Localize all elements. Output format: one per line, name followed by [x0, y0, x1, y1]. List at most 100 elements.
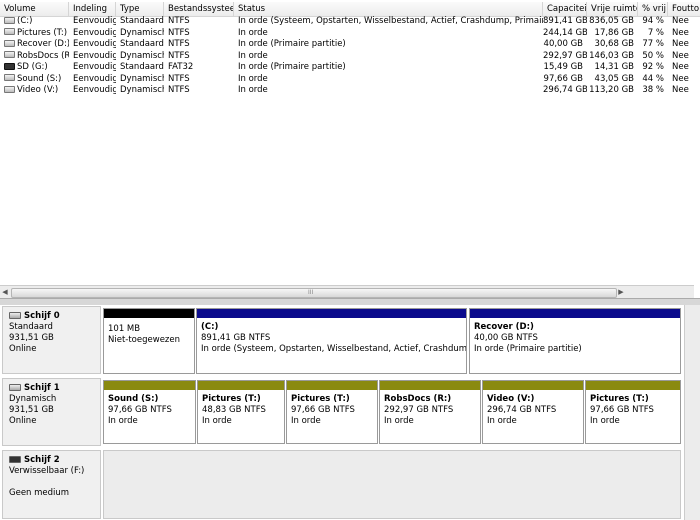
- partition-pictures-t-3[interactable]: Pictures (T:) 97,66 GB NTFS In orde: [585, 380, 681, 444]
- cell-text: Nee: [672, 73, 689, 84]
- partition-video-v[interactable]: Video (V:) 296,74 GB NTFS In orde: [482, 380, 584, 444]
- partition-name: Pictures (T:): [202, 394, 261, 404]
- cell-status: In orde: [234, 85, 543, 97]
- cell-fouttolerantie: Nee: [668, 51, 700, 63]
- cell-vrije-ruimte: 146,03 GB: [587, 51, 638, 63]
- cell-volume: Recover (D:): [0, 39, 69, 51]
- partition-c[interactable]: (C:) 891,41 GB NTFS In orde (Systeem, Op…: [196, 308, 467, 374]
- table-row[interactable]: Recover (D:) Eenvoudig Standaard NTFS In ord…: [0, 39, 700, 51]
- partition-size: 101 MB: [108, 324, 141, 334]
- partition-pictures-t-1[interactable]: Pictures (T:) 48,83 GB NTFS In orde: [197, 380, 285, 444]
- partition-size: 97,66 GB NTFS: [108, 405, 172, 415]
- cell-text: Eenvoudig: [73, 39, 116, 49]
- table-row[interactable]: (C:) Eenvoudig Standaard NTFS In orde (Syste…: [0, 16, 700, 28]
- disk-state: Geen medium: [9, 488, 70, 498]
- disk-2-label[interactable]: Schijf 2 Verwisselbaar (F:) Geen medium: [2, 450, 101, 519]
- cell-procent-vrij: 94 %: [638, 16, 668, 28]
- partition-color-bar: [198, 381, 284, 390]
- vertical-scrollbar[interactable]: [684, 305, 700, 520]
- partition-size: 48,83 GB NTFS: [202, 405, 266, 415]
- disk-icon: [9, 312, 21, 319]
- cell-text: 30,68 GB: [594, 39, 634, 49]
- cell-text: Pictures (T:): [17, 27, 68, 38]
- cell-vrije-ruimte: 113,20 GB: [587, 85, 638, 97]
- scroll-right-arrow-icon[interactable]: ▶: [616, 287, 626, 297]
- table-row[interactable]: SD (G:) Eenvoudig Standaard FAT32 In orde (P…: [0, 62, 700, 74]
- partition-sound-s[interactable]: Sound (S:) 97,66 GB NTFS In orde: [103, 380, 196, 444]
- partition-unallocated[interactable]: 101 MB Niet-toegewezen: [103, 308, 195, 374]
- table-row[interactable]: Video (V:) Eenvoudig Dynamisch NTFS In orde 2…: [0, 85, 700, 97]
- cell-text: 40,00 GB: [543, 39, 583, 49]
- column-header-status[interactable]: Status: [234, 2, 543, 16]
- cell-text: In orde (Systeem, Opstarten, Wisselbesta…: [238, 16, 543, 26]
- drive-icon: [4, 74, 15, 81]
- cell-procent-vrij: 50 %: [638, 51, 668, 63]
- column-header-fouttolerantie[interactable]: Foutto: [668, 2, 700, 16]
- disk-2-no-media-area: [103, 450, 681, 519]
- cell-indeling: Eenvoudig: [69, 74, 116, 86]
- cell-text: SD (G:): [17, 62, 48, 72]
- horizontal-scrollbar[interactable]: ◀ III ▶: [0, 285, 694, 298]
- cell-bestandssysteem: NTFS: [164, 85, 234, 97]
- cell-status: In orde (Primaire partitie): [234, 62, 543, 74]
- cell-text: Dynamisch: [120, 27, 164, 38]
- partition-recover-d[interactable]: Recover (D:) 40,00 GB NTFS In orde (Prim…: [469, 308, 681, 374]
- column-header-capaciteit[interactable]: Capaciteit: [543, 2, 587, 16]
- cell-text: Nee: [672, 85, 689, 95]
- cell-type: Standaard: [116, 62, 164, 74]
- disk-1-label[interactable]: Schijf 1 Dynamisch 931,51 GB Online: [2, 378, 101, 446]
- partition-status: In orde: [291, 416, 321, 426]
- column-header-type[interactable]: Type: [116, 2, 164, 16]
- volume-list[interactable]: Volume Indeling Type Bestandssysteem Sta…: [0, 0, 700, 298]
- cell-procent-vrij: 92 %: [638, 62, 668, 74]
- table-row[interactable]: Pictures (T:) Eenvoudig Dynamisch NTFS In or…: [0, 28, 700, 40]
- cell-bestandssysteem: NTFS: [164, 16, 234, 28]
- disk-icon: [9, 384, 21, 391]
- cell-fouttolerantie: Nee: [668, 85, 700, 97]
- cell-text: 244,14 GB: [543, 27, 587, 38]
- column-header-procent-vrij[interactable]: % vrij: [638, 2, 668, 16]
- partition-name: (C:): [201, 322, 219, 332]
- cell-status: In orde: [234, 28, 543, 40]
- partition-name: Video (V:): [487, 394, 535, 404]
- column-header-volume[interactable]: Volume: [0, 2, 69, 16]
- partition-pictures-t-2[interactable]: Pictures (T:) 97,66 GB NTFS In orde: [286, 380, 378, 444]
- cell-indeling: Eenvoudig: [69, 28, 116, 40]
- partition-status: In orde (Systeem, Opstarten, Wisselbesta…: [201, 344, 467, 354]
- cell-text: NTFS: [168, 50, 190, 61]
- cell-fouttolerantie: Nee: [668, 39, 700, 51]
- partition-status: In orde: [384, 416, 414, 426]
- cell-text: Dynamisch: [120, 85, 164, 95]
- cell-status: In orde: [234, 74, 543, 86]
- cell-text: NTFS: [168, 73, 190, 84]
- cell-bestandssysteem: NTFS: [164, 51, 234, 63]
- drive-icon: [4, 28, 15, 35]
- cell-text: Recover (D:): [17, 39, 69, 49]
- scroll-left-arrow-icon[interactable]: ◀: [0, 287, 10, 297]
- cell-bestandssysteem: NTFS: [164, 39, 234, 51]
- cell-capaciteit: 891,41 GB: [543, 16, 587, 28]
- cell-text: Eenvoudig: [73, 85, 116, 95]
- cell-capaciteit: 292,97 GB: [543, 51, 587, 63]
- partition-color-bar: [104, 381, 195, 390]
- partition-robsdocs-r[interactable]: RobsDocs (R:) 292,97 GB NTFS In orde: [379, 380, 481, 444]
- partition-color-bar: [287, 381, 377, 390]
- cell-bestandssysteem: NTFS: [164, 28, 234, 40]
- cell-text: 15,49 GB: [543, 62, 583, 72]
- partition-color-bar: [380, 381, 480, 390]
- horizontal-scroll-thumb[interactable]: III: [11, 288, 617, 298]
- cell-text: 92 %: [642, 62, 664, 72]
- column-header-vrije-ruimte[interactable]: Vrije ruimte: [587, 2, 638, 16]
- column-header-indeling[interactable]: Indeling: [69, 2, 116, 16]
- disk-state: Online: [9, 416, 37, 426]
- cell-text: Standaard: [120, 16, 164, 26]
- cell-bestandssysteem: FAT32: [164, 62, 234, 74]
- cell-capaciteit: 244,14 GB: [543, 28, 587, 40]
- table-row[interactable]: RobsDocs (R:) Eenvoudig Dynamisch NTFS In or…: [0, 51, 700, 63]
- table-row[interactable]: Sound (S:) Eenvoudig Dynamisch NTFS In orde 9…: [0, 74, 700, 86]
- cell-fouttolerantie: Nee: [668, 16, 700, 28]
- cell-text: Nee: [672, 50, 689, 61]
- column-header-bestandssysteem[interactable]: Bestandssysteem: [164, 2, 234, 16]
- drive-icon: [4, 39, 15, 47]
- disk-0-label[interactable]: Schijf 0 Standaard 931,51 GB Online: [2, 306, 101, 374]
